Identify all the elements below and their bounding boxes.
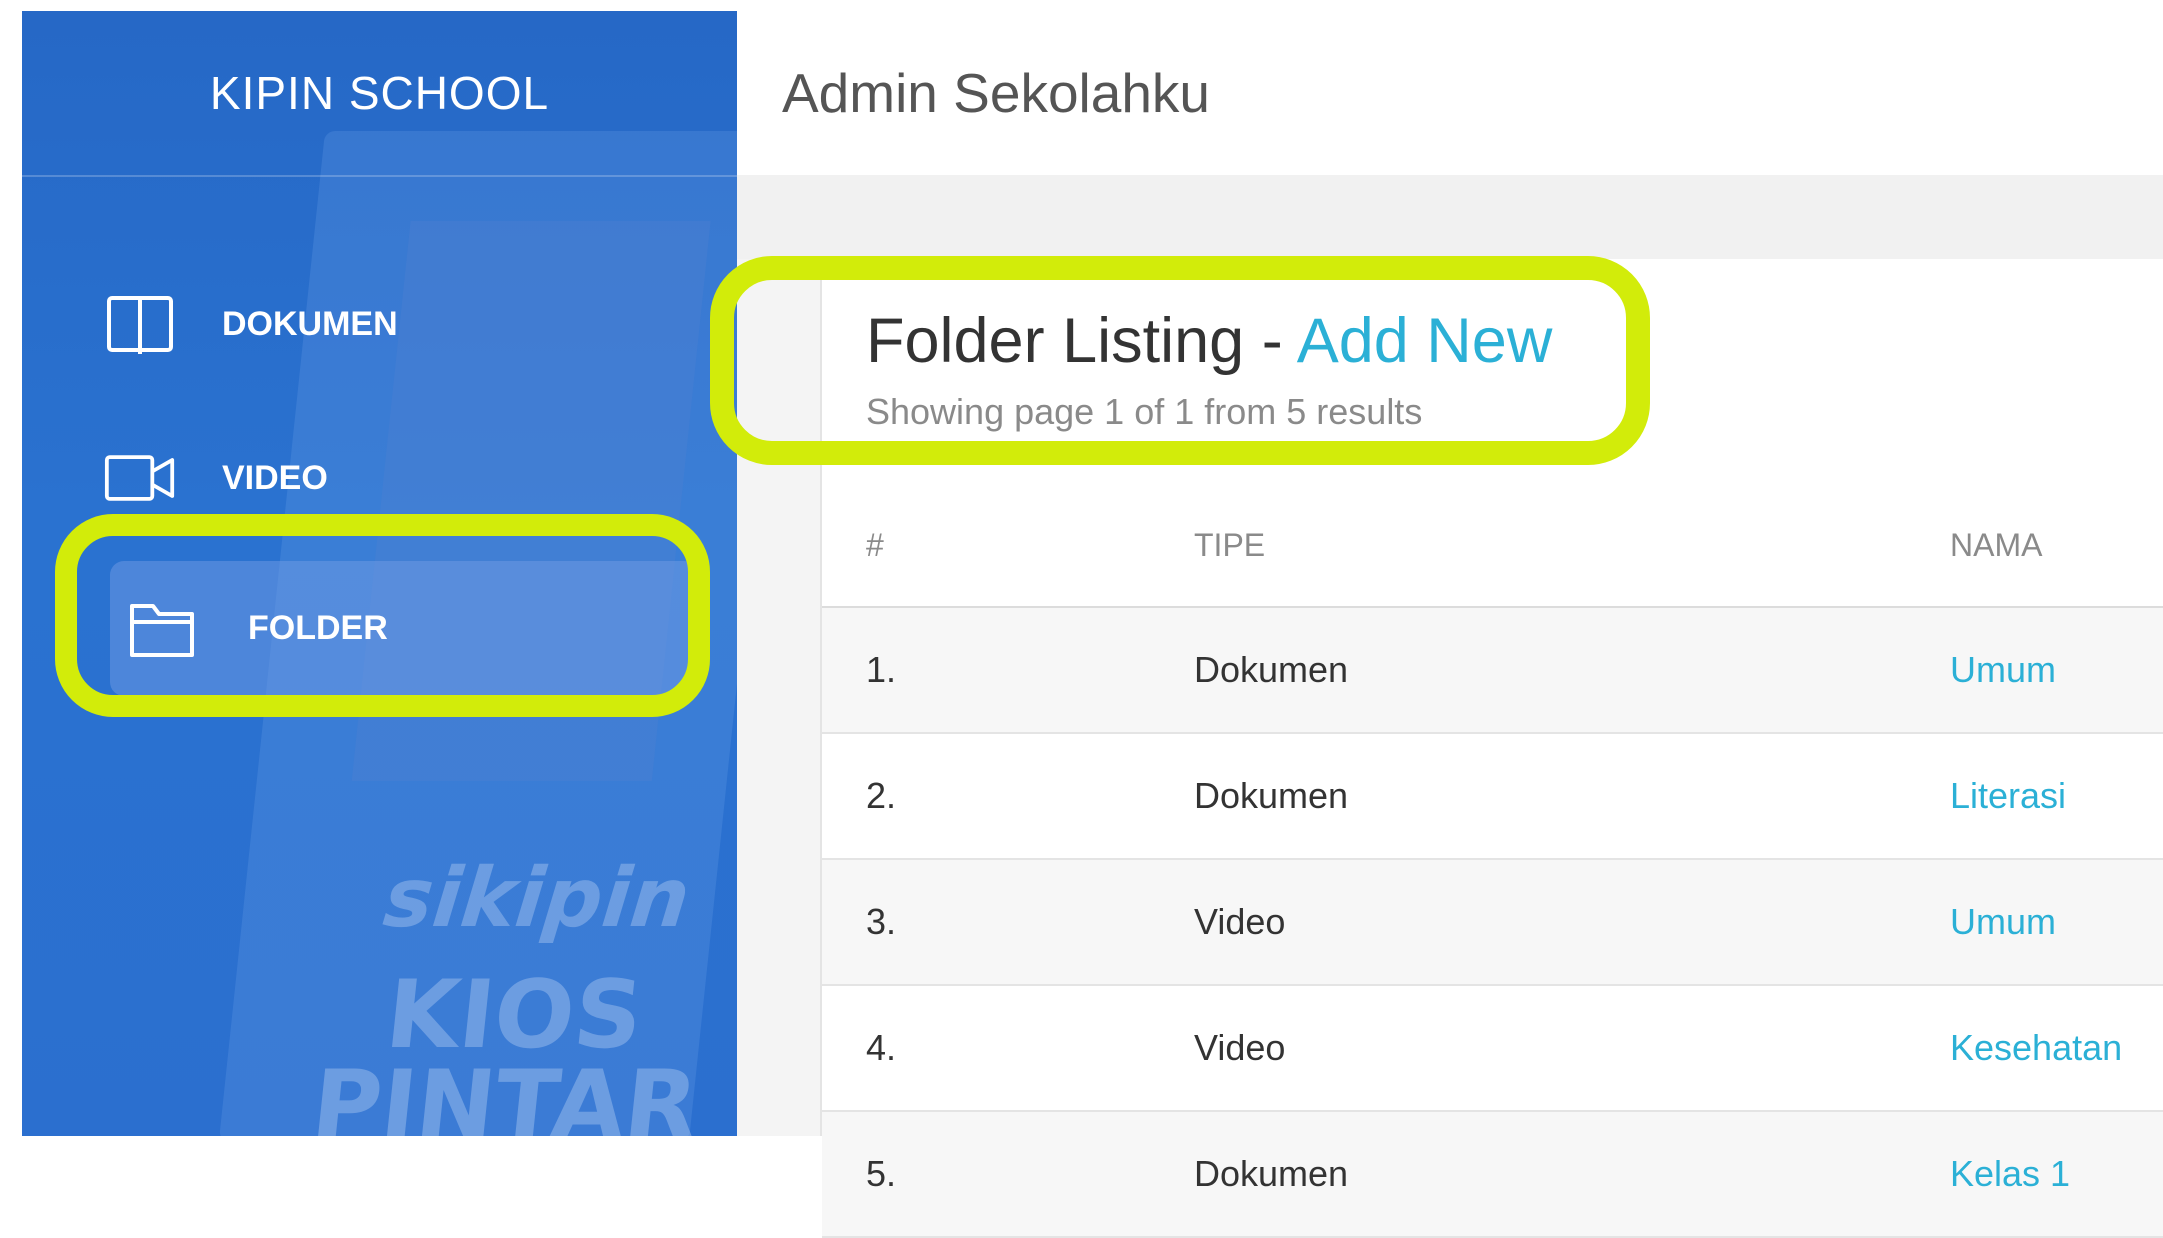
kiosk-brand-line-1: KIOS xyxy=(380,961,648,1070)
folder-name-link[interactable]: Umum xyxy=(1950,901,2056,942)
column-header-number[interactable]: # xyxy=(822,484,1194,608)
folder-table: # TIPE NAMA 1. Dokumen Umum 2. Dokumen L… xyxy=(822,484,2163,1238)
row-nama: Kesehatan xyxy=(1950,985,2163,1112)
row-tipe: Video xyxy=(1194,985,1950,1112)
table-row: 2. Dokumen Literasi xyxy=(822,733,2163,860)
highlight-annotation-folder xyxy=(55,514,710,717)
row-nama: Umum xyxy=(1950,859,2163,986)
table-header-row: # TIPE NAMA xyxy=(822,484,2163,608)
video-camera-icon xyxy=(104,448,176,508)
top-bar: Admin Sekolahku xyxy=(737,11,2163,176)
column-header-nama[interactable]: NAMA xyxy=(1950,484,2163,608)
folder-name-link[interactable]: Kelas 1 xyxy=(1950,1153,2070,1194)
table-row: 4. Video Kesehatan xyxy=(822,985,2163,1112)
row-number: 2. xyxy=(822,733,1194,860)
row-tipe: Dokumen xyxy=(1194,733,1950,860)
row-tipe: Dokumen xyxy=(1194,607,1950,734)
row-tipe: Video xyxy=(1194,859,1950,986)
row-nama: Umum xyxy=(1950,607,2163,734)
row-number: 3. xyxy=(822,859,1194,986)
brand-title[interactable]: KIPIN SCHOOL xyxy=(22,11,737,177)
folder-name-link[interactable]: Umum xyxy=(1950,649,2056,690)
highlight-annotation-title xyxy=(710,256,1650,465)
app-title: Admin Sekolahku xyxy=(782,62,1211,124)
row-number: 5. xyxy=(822,1111,1194,1238)
row-number: 1. xyxy=(822,607,1194,734)
table-row: 3. Video Umum xyxy=(822,859,2163,986)
row-number: 4. xyxy=(822,985,1194,1112)
table-row: 1. Dokumen Umum xyxy=(822,607,2163,734)
kiosk-brand-text: KIOS PINTAR xyxy=(306,961,711,1136)
row-tipe: Dokumen xyxy=(1194,1111,1950,1238)
kiosk-logo-text: sikipin xyxy=(379,851,695,946)
row-nama: Kelas 1 xyxy=(1950,1111,2163,1238)
folder-name-link[interactable]: Literasi xyxy=(1950,775,2066,816)
column-header-tipe[interactable]: TIPE xyxy=(1194,484,1950,608)
breadcrumb-band xyxy=(737,175,2163,259)
kiosk-brand-line-2: PINTAR xyxy=(306,1051,703,1136)
sidebar-item-dokumen[interactable]: DOKUMEN xyxy=(104,264,704,384)
folder-name-link[interactable]: Kesehatan xyxy=(1950,1027,2122,1068)
row-nama: Literasi xyxy=(1950,733,2163,860)
book-icon xyxy=(104,294,176,354)
sidebar-item-label: DOKUMEN xyxy=(222,304,398,343)
table-row: 5. Dokumen Kelas 1 xyxy=(822,1111,2163,1238)
sidebar-item-label: VIDEO xyxy=(222,458,328,497)
